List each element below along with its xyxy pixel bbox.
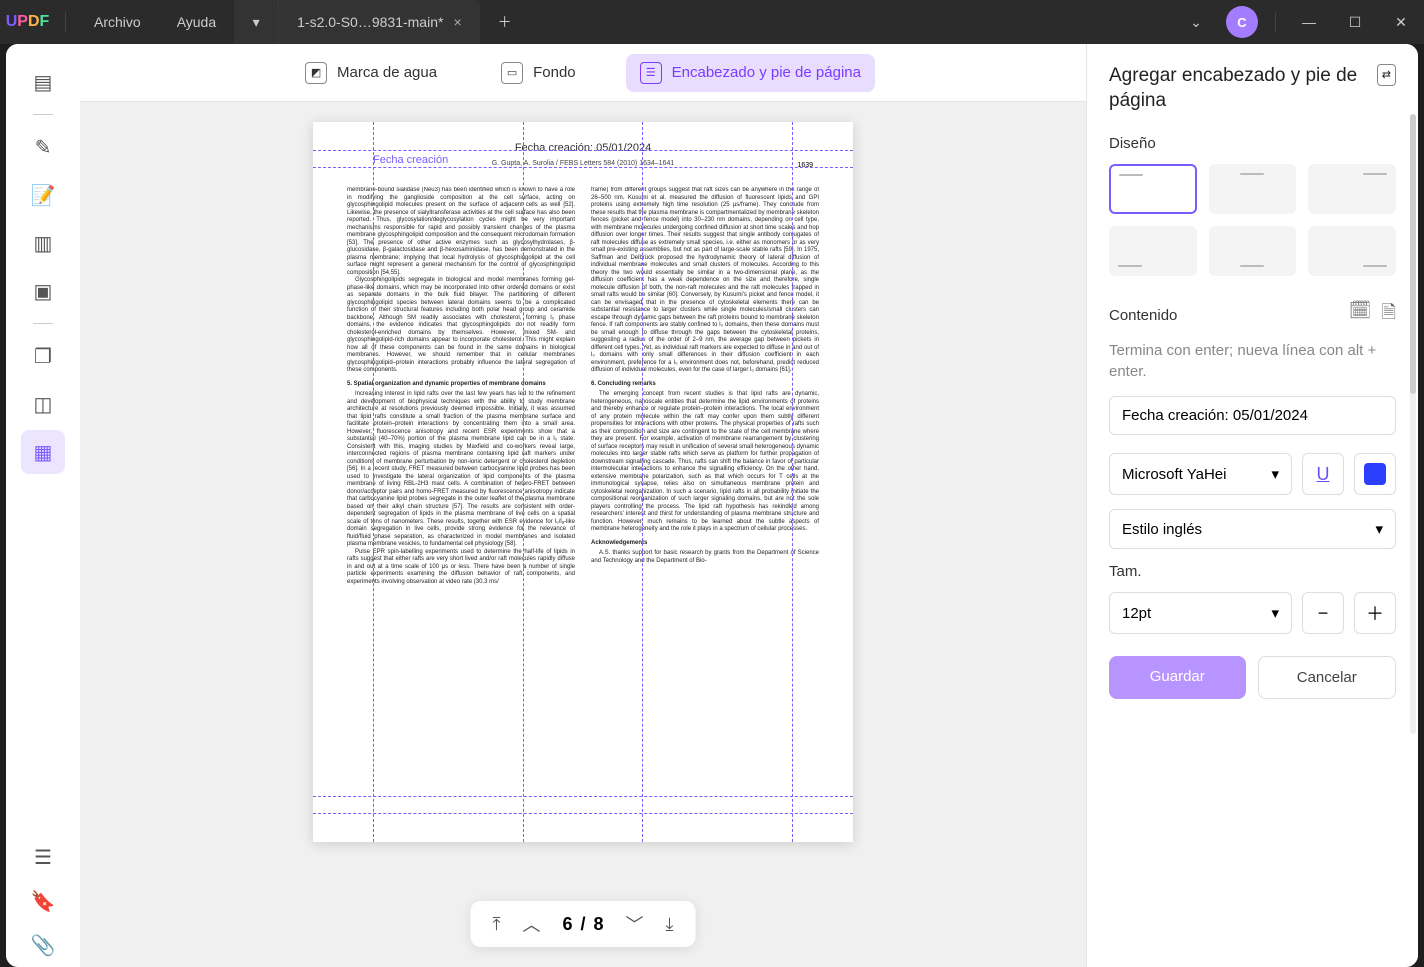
- header-footer-panel: Agregar encabezado y pie de página ⇄ Dis…: [1086, 44, 1418, 967]
- panel-icon[interactable]: ▤: [21, 60, 65, 104]
- font-select[interactable]: Microsoft YaHei▾: [1109, 453, 1292, 495]
- font-color-button[interactable]: [1354, 453, 1396, 495]
- watermark-icon: ◩: [305, 62, 327, 84]
- content-label: Contenido: [1109, 307, 1177, 324]
- copy-icon[interactable]: ❐: [21, 334, 65, 378]
- guide-line: [373, 122, 374, 842]
- page-sep: /: [580, 914, 585, 935]
- chevron-down-icon: ▾: [1271, 465, 1279, 483]
- menu-help[interactable]: Ayuda: [159, 14, 234, 30]
- menu-file[interactable]: Archivo: [76, 14, 159, 30]
- close-icon[interactable]: ×: [453, 14, 461, 30]
- header-footer-button[interactable]: ☰Encabezado y pie de página: [626, 54, 875, 92]
- highlight-icon[interactable]: ✎: [21, 125, 65, 169]
- calendar-icon[interactable]: 🗓: [1349, 300, 1372, 330]
- left-toolbar: ▤ ✎ 📝 ▥ ▣ ❐ ◫ ▦ ☰ 🔖 📎: [6, 44, 80, 967]
- section-heading: Acknowledgements: [591, 540, 819, 548]
- content-hint: Termina con enter; nueva línea con alt +…: [1109, 340, 1396, 382]
- crop-icon[interactable]: ◫: [21, 382, 65, 426]
- close-button[interactable]: ✕: [1378, 0, 1424, 44]
- header-footer-icon: ☰: [640, 62, 662, 84]
- bookmark-icon[interactable]: 🔖: [21, 879, 65, 923]
- body-text: membrane-bound sialidase (Neu3) has been…: [347, 187, 575, 277]
- maximize-button[interactable]: ☐: [1332, 0, 1378, 44]
- next-page-button[interactable]: ﹀: [626, 911, 644, 937]
- first-page-button[interactable]: ⤒: [493, 914, 501, 935]
- increase-size-button[interactable]: ＋: [1354, 592, 1396, 634]
- panel-title: Agregar encabezado y pie de página: [1109, 64, 1377, 113]
- guide-line: [792, 122, 793, 842]
- page-header-text: Fecha creación: 05/01/2024: [347, 142, 819, 154]
- body-text: frame) from different groups suggest tha…: [591, 187, 819, 375]
- guide-line: [313, 796, 853, 797]
- save-button[interactable]: Guardar: [1109, 656, 1246, 699]
- tab-dropdown[interactable]: ▾: [234, 0, 279, 44]
- body-text: Glycosphingolipids segregate in biologic…: [347, 277, 575, 375]
- chevron-down-icon[interactable]: ⌄: [1173, 0, 1219, 44]
- layout-top-left[interactable]: [1109, 164, 1197, 214]
- attachment-icon[interactable]: 📎: [21, 923, 65, 967]
- document-tab[interactable]: 1-s2.0-S0…9831-main* ×: [279, 0, 479, 44]
- new-tab-button[interactable]: ＋: [480, 12, 530, 32]
- pages-icon[interactable]: ▥: [21, 221, 65, 265]
- document-page: Fecha creación: 05/01/2024 Fecha creació…: [313, 122, 853, 842]
- app-logo: UPDF: [0, 13, 55, 31]
- background-icon: ▭: [501, 62, 523, 84]
- decrease-size-button[interactable]: −: [1302, 592, 1344, 634]
- watermark-button[interactable]: ◩Marca de agua: [291, 54, 451, 92]
- section-heading: 6. Concluding remarks: [591, 381, 819, 389]
- guide-line: [313, 813, 853, 814]
- page-number-icon[interactable]: 🗎: [1382, 300, 1396, 330]
- redact-icon[interactable]: ▣: [21, 269, 65, 313]
- size-label: Tam.: [1109, 563, 1396, 580]
- current-page[interactable]: 6: [562, 914, 572, 935]
- font-size-select[interactable]: 12pt▾: [1109, 592, 1292, 634]
- layout-bottom-left[interactable]: [1109, 226, 1197, 276]
- separator: [65, 12, 66, 32]
- guide-line: [523, 122, 524, 842]
- format-style-select[interactable]: Estilo inglés▾: [1109, 509, 1396, 549]
- design-label: Diseño: [1109, 135, 1396, 152]
- prev-page-button[interactable]: ︿: [522, 911, 540, 937]
- layout-bottom-center[interactable]: [1209, 226, 1297, 276]
- page-tools-toolbar: ◩Marca de agua ▭Fondo ☰Encabezado y pie …: [80, 44, 1086, 102]
- chevron-down-icon: ▾: [1375, 520, 1383, 538]
- body-text: A.S. thanks support for basic research b…: [591, 550, 819, 565]
- body-text: The emerging concept from recent studies…: [591, 391, 819, 534]
- layout-top-center[interactable]: [1209, 164, 1297, 214]
- layers-icon[interactable]: ☰: [21, 835, 65, 879]
- apply-range-icon[interactable]: ⇄: [1377, 64, 1396, 86]
- layout-bottom-right[interactable]: [1308, 226, 1396, 276]
- header-footer-tool-icon[interactable]: ▦: [21, 430, 65, 474]
- tab-title: 1-s2.0-S0…9831-main*: [297, 14, 443, 30]
- edit-icon[interactable]: 📝: [21, 173, 65, 217]
- page-navigator: ⤒ ︿ 6 / 8 ﹀ ⤓: [471, 901, 696, 947]
- header-field-label[interactable]: Fecha creación: [373, 154, 448, 166]
- background-button[interactable]: ▭Fondo: [487, 54, 590, 92]
- guide-line: [313, 150, 853, 151]
- separator: [1275, 12, 1276, 32]
- last-page-button[interactable]: ⤓: [666, 914, 674, 935]
- layout-top-right[interactable]: [1308, 164, 1396, 214]
- minimize-button[interactable]: —: [1286, 0, 1332, 44]
- guide-line: [313, 167, 853, 168]
- cancel-button[interactable]: Cancelar: [1258, 656, 1397, 699]
- header-text-input[interactable]: [1109, 396, 1396, 435]
- body-text: Increasing interest in lipid rafts over …: [347, 391, 575, 549]
- guide-line: [642, 122, 643, 842]
- body-text: Pulse EPR spin-labelling experiments use…: [347, 549, 575, 587]
- section-heading: 5. Spatial organization and dynamic prop…: [347, 381, 575, 389]
- total-pages: 8: [594, 914, 604, 935]
- chevron-down-icon: ▾: [1271, 604, 1279, 622]
- avatar[interactable]: C: [1219, 0, 1265, 44]
- underline-button[interactable]: U: [1302, 453, 1344, 495]
- page-number: 1639: [797, 162, 813, 169]
- scrollbar[interactable]: [1410, 114, 1416, 734]
